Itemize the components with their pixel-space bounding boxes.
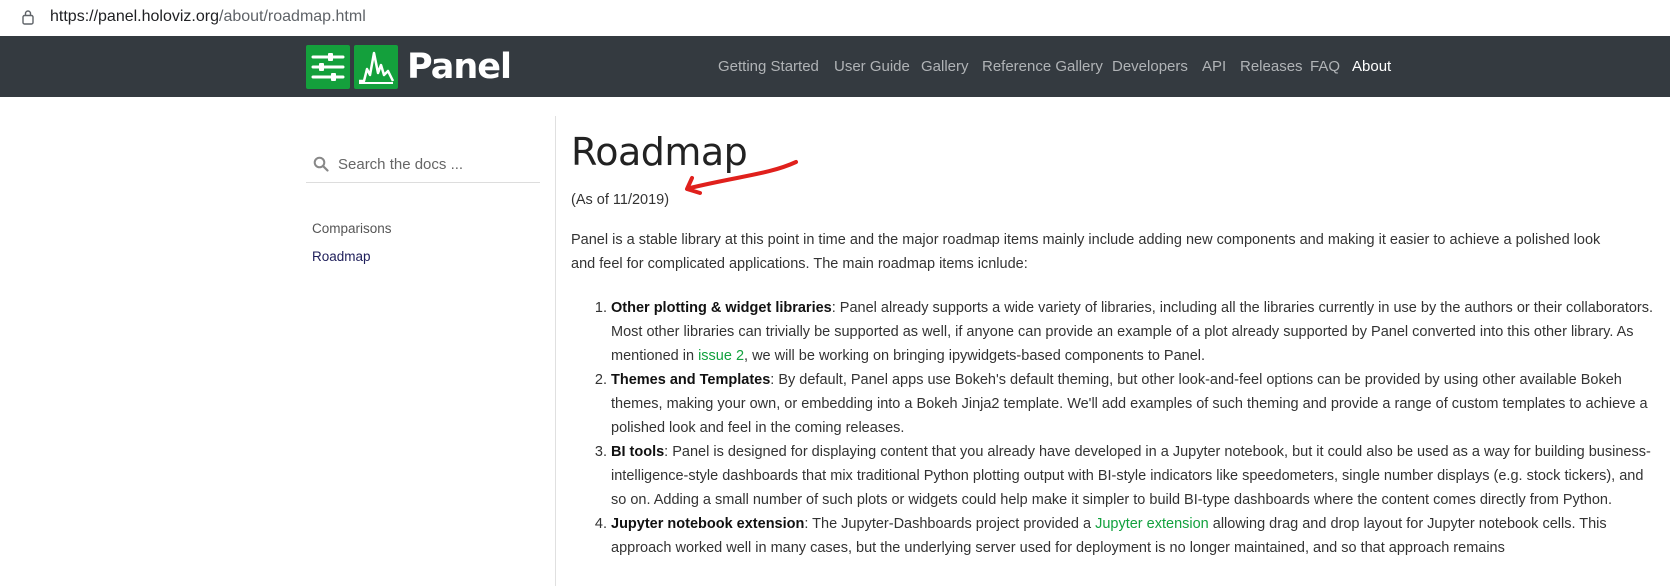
- list-item: Other plotting & widget libraries: Panel…: [611, 296, 1656, 368]
- list-item: BI tools: Panel is designed for displayi…: [611, 440, 1656, 512]
- url-text[interactable]: https://panel.holoviz.org/about/roadmap.…: [50, 8, 366, 26]
- search-input[interactable]: [338, 152, 534, 176]
- url-host: https://panel.holoviz.org: [50, 8, 219, 25]
- browser-address-bar[interactable]: https://panel.holoviz.org/about/roadmap.…: [0, 0, 1670, 37]
- item-text: : Panel is designed for displaying conte…: [611, 444, 1651, 508]
- sliders-logo-icon: [306, 45, 350, 89]
- issue-2-link[interactable]: issue 2: [698, 348, 744, 364]
- sidebar-item-comparisons[interactable]: Comparisons: [312, 221, 392, 236]
- nav-about[interactable]: About: [1352, 58, 1391, 75]
- url-path: /about/roadmap.html: [219, 8, 366, 25]
- lock-icon: [22, 10, 34, 25]
- nav-reference-gallery[interactable]: Reference Gallery: [982, 58, 1103, 75]
- item-text: : The Jupyter-Dashboards project provide…: [804, 516, 1096, 532]
- item-heading: Jupyter notebook extension: [611, 516, 805, 532]
- roadmap-list: Other plotting & widget libraries : Panel…: [571, 296, 1656, 560]
- sidebar-divider: [555, 116, 556, 586]
- nav-user-guide[interactable]: User Guide: [834, 58, 910, 75]
- as-of-date: (As of 11/2019): [571, 192, 670, 208]
- item-text-after: , we will be working on bringing ipywidg…: [744, 348, 1206, 364]
- jupyter-extension-link[interactable]: Jupyter extension: [1095, 516, 1209, 532]
- nav-gallery[interactable]: Gallery: [921, 58, 969, 75]
- list-item: Themes and Templates: By default, Panel …: [611, 368, 1656, 440]
- search-icon: [313, 156, 329, 172]
- item-heading: Themes and Templates: [611, 372, 771, 388]
- nav-developers[interactable]: Developers: [1112, 58, 1188, 75]
- annotation-arrow: [685, 160, 798, 195]
- docs-search[interactable]: [306, 150, 540, 183]
- chart-logo-icon: [354, 45, 398, 89]
- nav-getting-started[interactable]: Getting Started: [718, 58, 819, 75]
- nav-faq[interactable]: FAQ: [1310, 58, 1340, 75]
- intro-paragraph: Panel is a stable library at this point …: [571, 232, 1601, 272]
- nav-api[interactable]: API: [1202, 58, 1226, 75]
- item-heading: BI tools: [611, 444, 665, 460]
- item-heading: Other plotting & widget libraries: [611, 300, 832, 316]
- list-item: Jupyter notebook extension: The Jupyter-…: [611, 512, 1656, 560]
- brand-name: Panel: [407, 47, 512, 87]
- nav-releases[interactable]: Releases: [1240, 58, 1303, 75]
- sidebar-item-roadmap[interactable]: Roadmap: [312, 249, 371, 264]
